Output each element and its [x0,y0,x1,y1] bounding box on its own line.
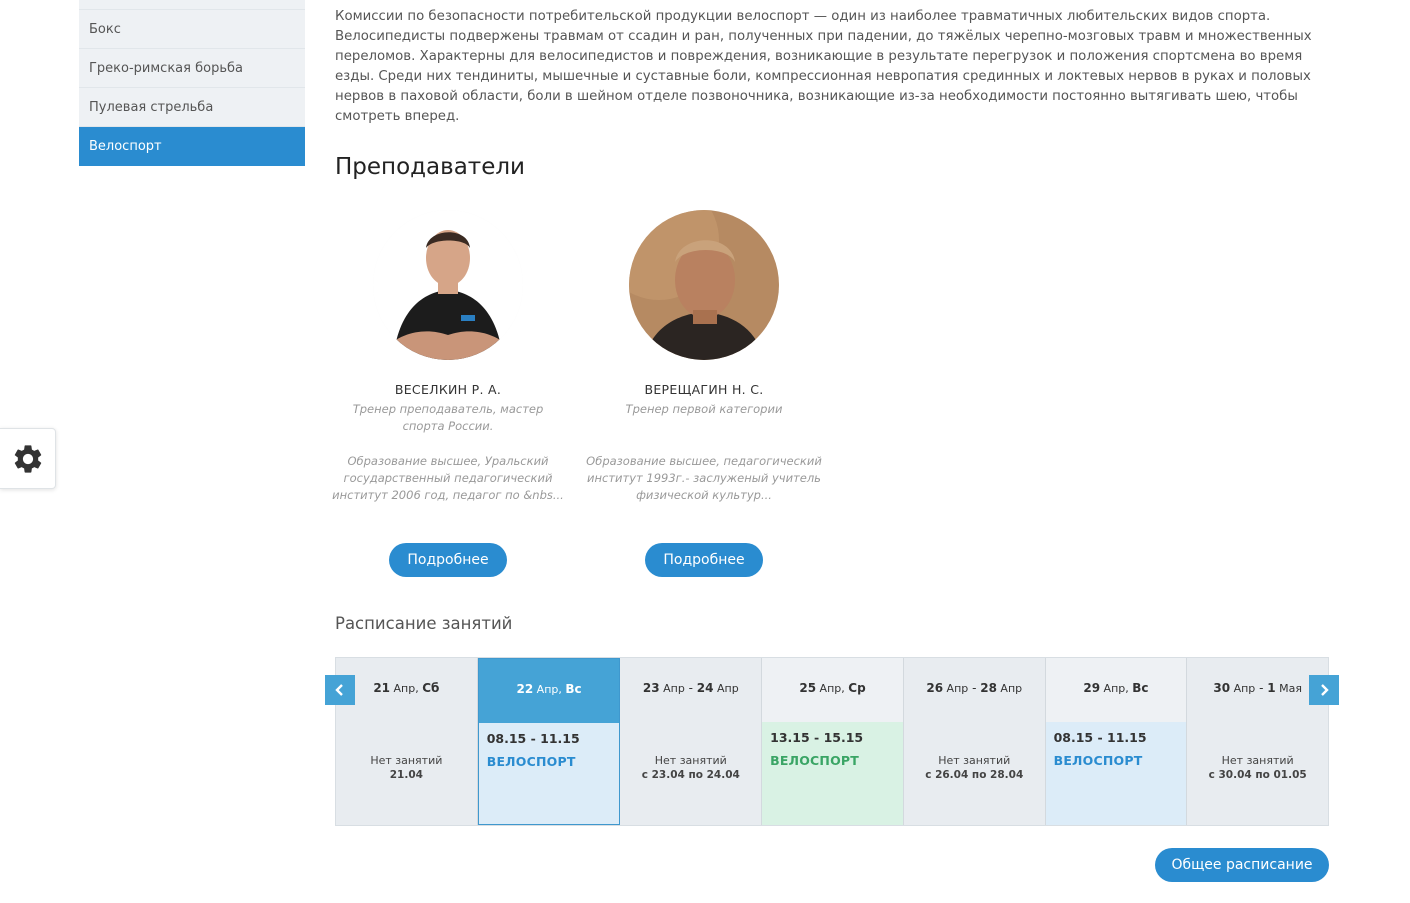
schedule-day-header: 30 Апр - 1 Мая [1213,681,1302,695]
sidebar-item-shooting[interactable]: Пулевая стрельба [79,88,305,127]
schedule-day[interactable]: 21 Апр, Сб Нет занятий 21.04 [336,658,478,825]
schedule-day-header: 26 Апр - 28 Апр [926,681,1023,695]
schedule-day-selected[interactable]: 22 Апр, Вс 08.15 - 11.15 ВЕЛОСПОРТ [477,658,621,825]
schedule-day-header: 21 Апр, Сб [373,681,440,695]
teacher-card: ВЕСЕЛКИН Р. А. Тренер преподаватель, мас… [328,210,568,577]
schedule-prev-button[interactable] [325,675,355,705]
schedule-strip: 21 Апр, Сб Нет занятий 21.04 22 Апр, Вс 0… [335,657,1329,826]
teacher-photo [373,210,523,360]
general-schedule-button[interactable]: Общее расписание [1155,848,1329,882]
schedule-day[interactable]: 30 Апр - 1 Мая Нет занятий с 30.04 по 01.… [1187,658,1328,825]
chevron-left-icon [335,684,343,696]
teacher-card: ВЕРЕЩАГИН Н. С. Тренер первой категории … [584,210,824,577]
sidebar-item-boxing[interactable]: Бокс [79,10,305,49]
sidebar-item-cycling[interactable]: Велоспорт [79,127,305,166]
schedule-lesson[interactable]: 13.15 - 15.15 ВЕЛОСПОРТ [762,722,903,825]
settings-button[interactable] [0,428,56,489]
schedule-day[interactable]: 26 Апр - 28 Апр Нет занятий с 26.04 по 28… [904,658,1046,825]
teacher-name: ВЕСЕЛКИН Р. А. [394,382,502,397]
schedule-empty: Нет занятий с 30.04 по 01.05 [1208,754,1307,781]
sport-description: Комиссии по безопасности потребительской… [335,9,1312,124]
teacher-photo [629,210,779,360]
schedule-day-header: 23 Апр - 24 Апр [642,681,739,695]
teacher-details-button[interactable]: Подробнее [389,543,507,577]
teacher-role: Тренер преподаватель, мастер спорта Росс… [352,402,544,433]
teacher-name: ВЕРЕЩАГИН Н. С. [644,382,764,397]
schedule-lesson[interactable]: 08.15 - 11.15 ВЕЛОСПОРТ [478,723,620,824]
schedule-day[interactable]: 25 Апр, Ср 13.15 - 15.15 ВЕЛОСПОРТ [762,658,904,825]
teacher-portrait [629,210,779,360]
schedule-empty: Нет занятий с 26.04 по 28.04 [925,754,1024,781]
gear-icon [14,444,41,473]
schedule-day[interactable]: 23 Апр - 24 Апр Нет занятий с 23.04 по 24… [620,658,763,825]
schedule-day-header: 25 Апр, Ср [799,681,866,695]
teacher-education: Образование высшее, Уральский государств… [332,454,564,502]
sidebar-top-edge [79,0,305,10]
schedule-lesson[interactable]: 08.15 - 11.15 ВЕЛОСПОРТ [1045,722,1187,825]
schedule-next-button[interactable] [1309,675,1339,705]
sidebar-item-greco-roman[interactable]: Греко-римская борьба [79,49,305,88]
teacher-role: Тренер первой категории [625,402,783,416]
schedule-day-header: 22 Апр, Вс [478,659,620,723]
teachers-heading: Преподаватели [335,154,525,180]
chevron-right-icon [1321,684,1329,696]
teacher-education: Образование высшее, педагогический инсти… [586,454,822,502]
sidebar-nav: Бокс Греко-римская борьба Пулевая стрель… [79,0,305,166]
schedule-day[interactable]: 29 Апр, Вс 08.15 - 11.15 ВЕЛОСПОРТ [1045,658,1188,825]
schedule-empty: Нет занятий с 23.04 по 24.04 [641,754,740,781]
schedule-heading: Расписание занятий [335,614,513,633]
teacher-details-button[interactable]: Подробнее [645,543,763,577]
schedule-empty: Нет занятий 21.04 [370,754,443,781]
schedule-day-header: 29 Апр, Вс [1083,681,1149,695]
teacher-portrait [373,210,523,360]
